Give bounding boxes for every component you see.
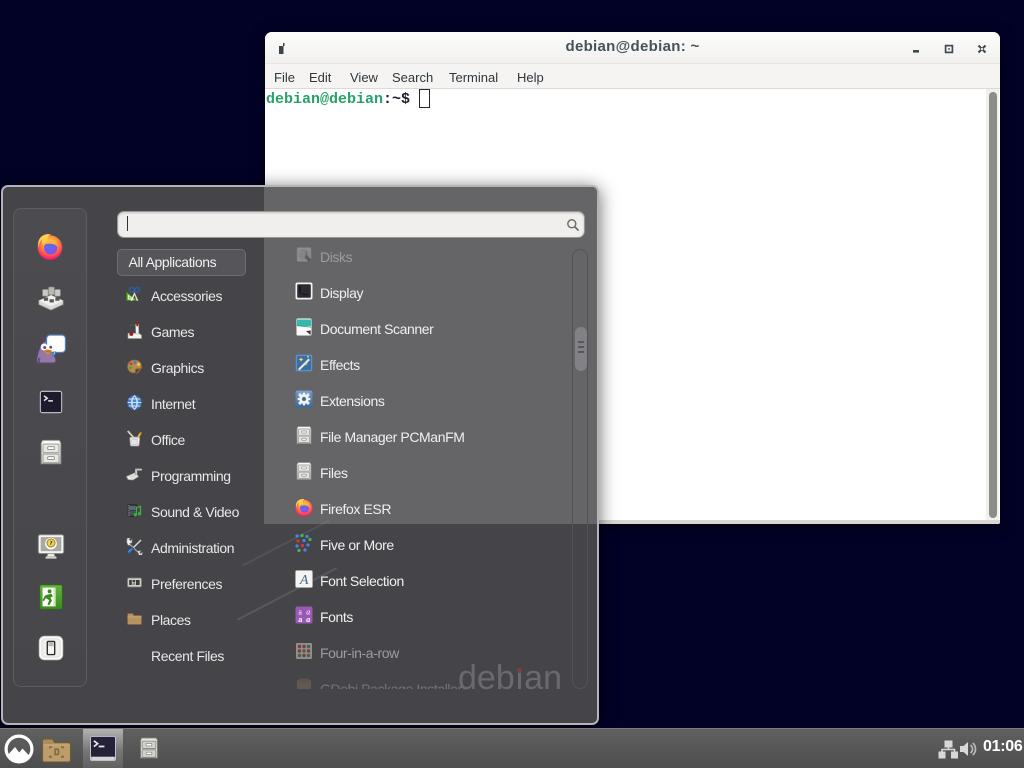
svg-text:A: A <box>299 573 309 588</box>
svg-text:a: a <box>306 615 310 624</box>
svg-text:a: a <box>298 615 302 624</box>
